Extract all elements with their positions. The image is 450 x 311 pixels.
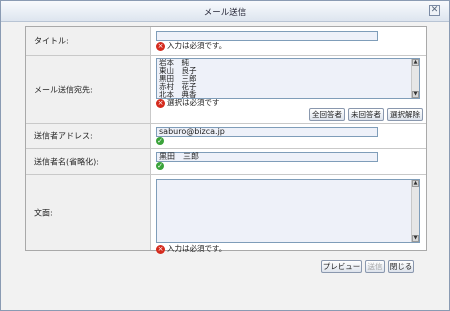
title-value-cell: × 入力は必須です。 (151, 27, 426, 55)
send-button[interactable]: 送信 (365, 260, 385, 273)
sender-address-label-cell: 送信者アドレス: (26, 124, 151, 148)
select-unanswered-button[interactable]: 未回答者 (348, 108, 384, 121)
mail-send-dialog: メール送信 ✕ タイトル: × 入力は必須です。 メール送信宛先: 岩本 純 東山… (0, 0, 450, 311)
body-row: 文面: ▲ ▼ × 入力は必須です。 (26, 175, 426, 254)
mail-form: タイトル: × 入力は必須です。 メール送信宛先: 岩本 純 東山 良子 黒田 三… (25, 26, 427, 254)
scroll-down-icon[interactable]: ▼ (412, 91, 419, 98)
title-row: タイトル: × 入力は必須です。 (26, 27, 426, 56)
title-label: タイトル: (34, 36, 69, 46)
body-error: × 入力は必須です。 (156, 244, 226, 254)
body-textarea[interactable]: ▲ ▼ (156, 179, 420, 243)
scroll-down-icon[interactable]: ▼ (412, 235, 419, 242)
title-error-text: 入力は必須です。 (167, 41, 227, 50)
sender-name-input[interactable]: 黒田 三郎 (156, 152, 378, 162)
list-scrollbar[interactable]: ▲ ▼ (411, 59, 419, 98)
clear-selection-button[interactable]: 選択解除 (387, 108, 423, 121)
recipients-label-cell: メール送信宛先: (26, 56, 151, 123)
check-icon: ✓ (156, 137, 164, 145)
sender-address-value-cell: saburo@bizca.jp ✓ (151, 124, 426, 148)
body-label-cell: 文面: (26, 175, 151, 250)
preview-button[interactable]: プレビュー (321, 260, 362, 273)
close-button[interactable]: 閉じる (388, 260, 414, 273)
sender-address-label: 送信者アドレス: (34, 131, 93, 141)
error-icon: × (156, 98, 165, 108)
dialog-title: メール送信 (203, 8, 247, 18)
title-input[interactable] (156, 31, 378, 41)
body-value-cell: ▲ ▼ × 入力は必須です。 (151, 175, 426, 254)
sender-name-row: 送信者名(省略化): 黒田 三郎 ✓ (26, 149, 426, 175)
title-error: × 入力は必須です。 (156, 41, 226, 51)
sender-name-label: 送信者名(省略化): (34, 157, 99, 166)
close-icon[interactable]: ✕ (429, 5, 440, 16)
recipients-row: メール送信宛先: 岩本 純 東山 良子 黒田 三郎 赤村 花子 北本 典香 ▲ … (26, 56, 426, 124)
recipients-value-cell: 岩本 純 東山 良子 黒田 三郎 赤村 花子 北本 典香 ▲ ▼ × 選択は必須で… (151, 56, 426, 123)
error-icon: × (156, 41, 165, 51)
scroll-up-icon[interactable]: ▲ (412, 180, 419, 187)
sender-name-label-cell: 送信者名(省略化): (26, 149, 151, 174)
select-all-button[interactable]: 全回答者 (309, 108, 345, 121)
recipient-list[interactable]: 岩本 純 東山 良子 黒田 三郎 赤村 花子 北本 典香 ▲ ▼ (156, 58, 420, 99)
sender-address-input[interactable]: saburo@bizca.jp (156, 127, 378, 137)
textarea-scrollbar[interactable]: ▲ ▼ (411, 180, 419, 242)
recipients-error-text: 選択は必須です (167, 98, 220, 107)
check-icon: ✓ (156, 162, 164, 170)
recipients-error: × 選択は必須です (156, 98, 220, 108)
sender-name-value-cell: 黒田 三郎 ✓ (151, 149, 426, 174)
title-label-cell: タイトル: (26, 27, 151, 55)
scroll-up-icon[interactable]: ▲ (412, 59, 419, 66)
dialog-titlebar: メール送信 ✕ (1, 1, 449, 22)
body-label: 文面: (34, 208, 53, 217)
recipients-label: メール送信宛先: (34, 85, 93, 94)
body-error-text: 入力は必須です。 (167, 244, 227, 253)
error-icon: × (156, 244, 165, 254)
sender-address-row: 送信者アドレス: saburo@bizca.jp ✓ (26, 124, 426, 149)
